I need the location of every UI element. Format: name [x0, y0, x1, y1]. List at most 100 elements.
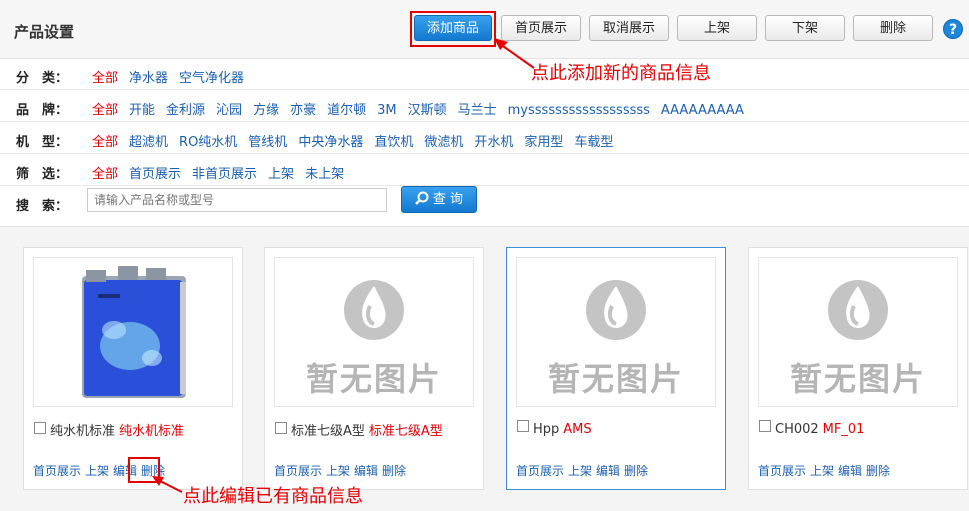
product-title: Hpp AMS	[517, 420, 592, 437]
product-model: 纯水机标准	[119, 424, 185, 439]
homepage-show-link[interactable]: 首页展示	[274, 464, 322, 478]
filter-option[interactable]: 空气净化器	[179, 71, 244, 86]
homepage-show-link[interactable]: 首页展示	[33, 464, 81, 478]
filter-row-screen: 筛 选： 全部 首页展示 非首页展示 上架 未上架	[0, 154, 969, 186]
product-name: 标准七级A型	[291, 424, 365, 439]
filter-option[interactable]: 非首页展示	[192, 167, 257, 182]
filter-option[interactable]: 首页展示	[129, 167, 181, 182]
product-actions: 首页展示 上架 编辑 删除	[758, 462, 894, 479]
search-icon	[415, 191, 429, 205]
filter-option[interactable]: 全部	[92, 167, 118, 182]
publish-link[interactable]: 上架	[568, 464, 592, 478]
filter-option[interactable]: 超滤机	[129, 135, 168, 150]
filter-option[interactable]: 汉斯顿	[408, 103, 447, 118]
add-button-highlight	[410, 11, 496, 47]
filter-option[interactable]: 方缘	[253, 103, 279, 118]
product-image[interactable]: 暂无图片	[758, 257, 958, 407]
cancel-show-button[interactable]: 取消展示	[589, 15, 669, 41]
no-image-text: 暂无图片	[305, 360, 442, 398]
product-title: 纯水机标准 纯水机标准	[34, 420, 184, 439]
product-image[interactable]	[33, 257, 233, 407]
no-image-text: 暂无图片	[789, 360, 926, 398]
delete-link[interactable]: 删除	[866, 464, 890, 478]
delete-button[interactable]: 删除	[853, 15, 933, 41]
filter-option[interactable]: 全部	[92, 71, 118, 86]
no-image-text: 暂无图片	[547, 360, 684, 398]
product-title: CH002 MF_01	[759, 420, 864, 437]
product-name: 纯水机标准	[50, 424, 116, 439]
filter-option[interactable]: 金利源	[166, 103, 205, 118]
edit-hint-callout: 点此编辑已有商品信息	[183, 486, 363, 507]
filter-row-category: 分 类： 全部 净水器 空气净化器	[0, 58, 969, 90]
filter-option[interactable]: 净水器	[129, 71, 168, 86]
filter-option[interactable]: 道尔顿	[327, 103, 366, 118]
product-card: 暂无图片 标准七级A型 标准七级A型 首页展示 上架 编辑 删除	[264, 247, 484, 490]
edit-link[interactable]: 编辑	[596, 464, 620, 478]
filter-option[interactable]: 车载型	[574, 135, 613, 150]
product-checkbox[interactable]	[34, 422, 46, 434]
no-image-logo-icon	[344, 280, 404, 340]
edit-link[interactable]: 编辑	[838, 464, 862, 478]
filter-option[interactable]: 马兰士	[458, 103, 497, 118]
product-model: MF_01	[822, 422, 865, 437]
product-actions: 首页展示 上架 编辑 删除	[516, 462, 652, 479]
product-image[interactable]: 暂无图片	[274, 257, 474, 407]
filter-option[interactable]: 开能	[129, 103, 155, 118]
unpublish-button[interactable]: 下架	[765, 15, 845, 41]
publish-link[interactable]: 上架	[326, 464, 350, 478]
delete-link[interactable]: 删除	[382, 464, 406, 478]
product-title: 标准七级A型 标准七级A型	[275, 420, 443, 439]
filter-label: 筛 选：	[16, 167, 69, 182]
filter-label: 品 牌：	[16, 103, 69, 118]
search-input[interactable]	[87, 188, 387, 212]
help-icon[interactable]: ?	[943, 19, 963, 39]
page-title: 产品设置	[14, 23, 75, 41]
product-name: Hpp	[533, 422, 560, 437]
filter-option[interactable]: RO纯水机	[179, 135, 237, 150]
filter-option[interactable]: 直饮机	[374, 135, 413, 150]
publish-link[interactable]: 上架	[85, 464, 109, 478]
product-model: AMS	[563, 422, 592, 437]
filter-option[interactable]: 亦豪	[290, 103, 316, 118]
filter-option[interactable]: 3M	[377, 103, 397, 118]
filter-option[interactable]: 未上架	[305, 167, 344, 182]
filter-option[interactable]: myssssssssssssssssss	[508, 103, 650, 118]
filter-label: 分 类：	[16, 71, 69, 86]
product-checkbox[interactable]	[517, 420, 529, 432]
homepage-show-link[interactable]: 首页展示	[758, 464, 806, 478]
filter-option[interactable]: 中央净水器	[298, 135, 363, 150]
delete-link[interactable]: 删除	[624, 464, 648, 478]
water-purifier-image	[82, 266, 186, 398]
filter-row-brand: 品 牌： 全部 开能 金利源 沁园 方缘 亦豪 道尔顿 3M 汉斯顿 马兰士 mysssssssss…	[0, 90, 969, 122]
edit-link[interactable]: 编辑	[354, 464, 378, 478]
filter-option[interactable]: 全部	[92, 135, 118, 150]
no-image-logo-icon	[586, 280, 646, 340]
arrow-icon	[152, 476, 183, 493]
product-card: 暂无图片 CH002 MF_01 首页展示 上架 编辑 删除	[748, 247, 968, 490]
filter-option[interactable]: 管线机	[248, 135, 287, 150]
filter-option[interactable]: AAAAAAAAA	[661, 103, 744, 118]
product-card: 纯水机标准 纯水机标准 首页展示 上架 编辑 删除	[23, 247, 243, 490]
search-button-label: 查 询	[432, 192, 464, 207]
filter-option[interactable]: 上架	[268, 167, 294, 182]
filter-label: 搜 索：	[16, 199, 69, 214]
product-actions: 首页展示 上架 编辑 删除	[274, 462, 410, 479]
product-checkbox[interactable]	[759, 420, 771, 432]
product-checkbox[interactable]	[275, 422, 287, 434]
filter-row-model: 机 型： 全部 超滤机 RO纯水机 管线机 中央净水器 直饮机 微滤机 开水机 家用型 车载型	[0, 122, 969, 154]
filter-option[interactable]: 沁园	[216, 103, 242, 118]
filter-option[interactable]: 家用型	[524, 135, 563, 150]
publish-button[interactable]: 上架	[677, 15, 757, 41]
product-name: CH002	[775, 422, 819, 437]
filter-option[interactable]: 微滤机	[424, 135, 463, 150]
homepage-show-link[interactable]: 首页展示	[516, 464, 564, 478]
search-button[interactable]: 查 询	[401, 186, 477, 213]
filter-label: 机 型：	[16, 135, 69, 150]
product-model: 标准七级A型	[368, 424, 443, 439]
product-card: 暂无图片 Hpp AMS 首页展示 上架 编辑 删除	[506, 247, 726, 490]
filter-option[interactable]: 全部	[92, 103, 118, 118]
no-image-logo-icon	[828, 280, 888, 340]
filter-option[interactable]: 开水机	[474, 135, 513, 150]
product-image[interactable]: 暂无图片	[516, 257, 716, 407]
publish-link[interactable]: 上架	[810, 464, 834, 478]
